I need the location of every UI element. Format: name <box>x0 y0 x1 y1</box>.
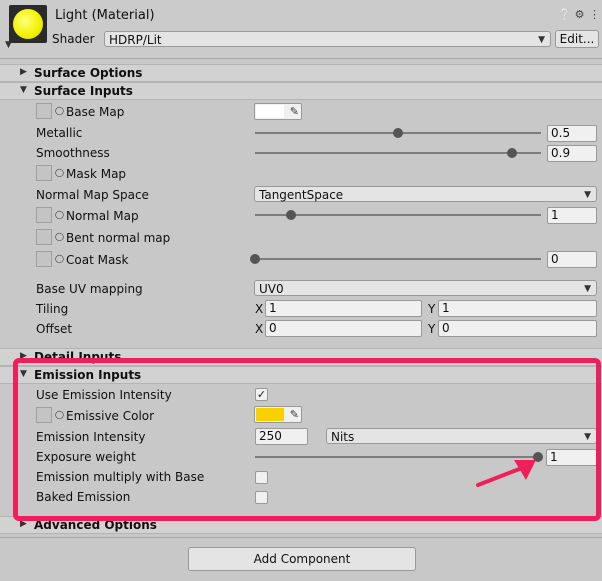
section-surface-options[interactable]: ▶ Surface Options <box>0 64 602 82</box>
tiling-y-field[interactable]: 1 <box>438 300 597 317</box>
tiling-label: Tiling <box>36 302 69 316</box>
base-map-texture-slot[interactable] <box>36 103 52 119</box>
target-dot-icon[interactable]: ◯ <box>55 232 64 241</box>
bent-normal-map-label: Bent normal map <box>66 231 171 245</box>
annotation-arrow-icon <box>476 460 536 487</box>
tiling-y-label: Y <box>428 302 436 316</box>
shader-label: Shader <box>52 32 95 46</box>
base-uv-mapping-label: Base UV mapping <box>36 282 143 296</box>
section-title: Surface Options <box>34 66 143 80</box>
highlight-frame <box>13 358 601 521</box>
metallic-label: Metallic <box>36 126 83 140</box>
normal-map-label: Normal Map <box>66 209 139 223</box>
normal-map-slider-handle[interactable] <box>285 210 296 220</box>
normal-map-texture-slot[interactable] <box>36 207 52 223</box>
normal-map-space-dropdown[interactable]: TangentSpace ▼ <box>254 186 597 202</box>
base-color-swatch <box>256 105 284 118</box>
context-menu-icon[interactable]: ⋮ <box>588 8 601 21</box>
add-component-button[interactable]: Add Component <box>188 547 416 571</box>
collapse-header-icon[interactable]: ▼ <box>5 40 12 50</box>
material-title: Light (Material) <box>55 8 155 23</box>
metallic-slider-handle[interactable] <box>393 128 403 138</box>
edit-shader-button[interactable]: Edit... <box>555 30 599 48</box>
offset-x-field[interactable]: 0 <box>265 320 422 337</box>
eyedropper-icon[interactable]: ✎ <box>290 105 299 118</box>
sphere-preview-icon <box>13 9 43 39</box>
tiling-x-label: X <box>255 302 264 316</box>
target-dot-icon[interactable]: ◯ <box>55 210 64 219</box>
chevron-down-icon: ▼ <box>538 35 545 45</box>
coat-mask-slider-handle[interactable] <box>250 254 260 264</box>
coat-mask-value-field[interactable]: 0 <box>547 251 597 268</box>
shader-dropdown[interactable]: HDRP/Lit ▼ <box>104 31 551 47</box>
bent-normal-map-texture-slot[interactable] <box>36 229 52 245</box>
smoothness-value-field[interactable]: 0.9 <box>547 145 597 162</box>
collapse-arrow-icon: ▼ <box>20 85 27 95</box>
base-uv-mapping-dropdown[interactable]: UV0 ▼ <box>254 280 597 296</box>
expand-arrow-icon: ▶ <box>20 67 27 77</box>
mask-map-texture-slot[interactable] <box>36 165 52 181</box>
dropdown-value: UV0 <box>259 282 284 296</box>
coat-mask-texture-slot[interactable] <box>36 251 52 267</box>
normal-map-space-label: Normal Map Space <box>36 188 149 202</box>
material-header: Light (Material) ❔ ⚙ ⋮ ▼ Shader HDRP/Lit… <box>0 0 602 59</box>
chevron-down-icon: ▼ <box>584 190 591 200</box>
smoothness-label: Smoothness <box>36 146 110 160</box>
target-dot-icon[interactable]: ◯ <box>55 106 64 115</box>
material-preview <box>9 5 47 43</box>
coat-mask-slider-track[interactable] <box>255 258 541 260</box>
base-map-label: Base Map <box>66 105 125 119</box>
divider <box>0 537 602 538</box>
normal-map-slider-track[interactable] <box>255 214 541 216</box>
base-color-field[interactable]: ✎ <box>254 103 302 120</box>
chevron-down-icon: ▼ <box>584 284 591 294</box>
target-dot-icon[interactable]: ◯ <box>55 168 64 177</box>
help-icon[interactable]: ❔ <box>558 8 572 21</box>
section-surface-inputs[interactable]: ▼ Surface Inputs <box>0 82 602 100</box>
shader-value: HDRP/Lit <box>109 33 162 47</box>
offset-y-label: Y <box>428 322 436 336</box>
mask-map-label: Mask Map <box>66 167 127 181</box>
normal-map-value-field[interactable]: 1 <box>547 207 597 224</box>
dropdown-value: TangentSpace <box>259 188 344 202</box>
section-title: Surface Inputs <box>34 84 133 98</box>
smoothness-slider-track[interactable] <box>255 152 541 154</box>
tiling-x-field[interactable]: 1 <box>265 300 422 317</box>
offset-y-field[interactable]: 0 <box>438 320 597 337</box>
offset-x-label: X <box>255 322 264 336</box>
coat-mask-label: Coat Mask <box>66 253 129 267</box>
metallic-value-field[interactable]: 0.5 <box>547 125 597 142</box>
target-dot-icon[interactable]: ◯ <box>55 254 64 263</box>
settings-icon[interactable]: ⚙ <box>573 8 586 21</box>
offset-label: Offset <box>36 322 73 336</box>
